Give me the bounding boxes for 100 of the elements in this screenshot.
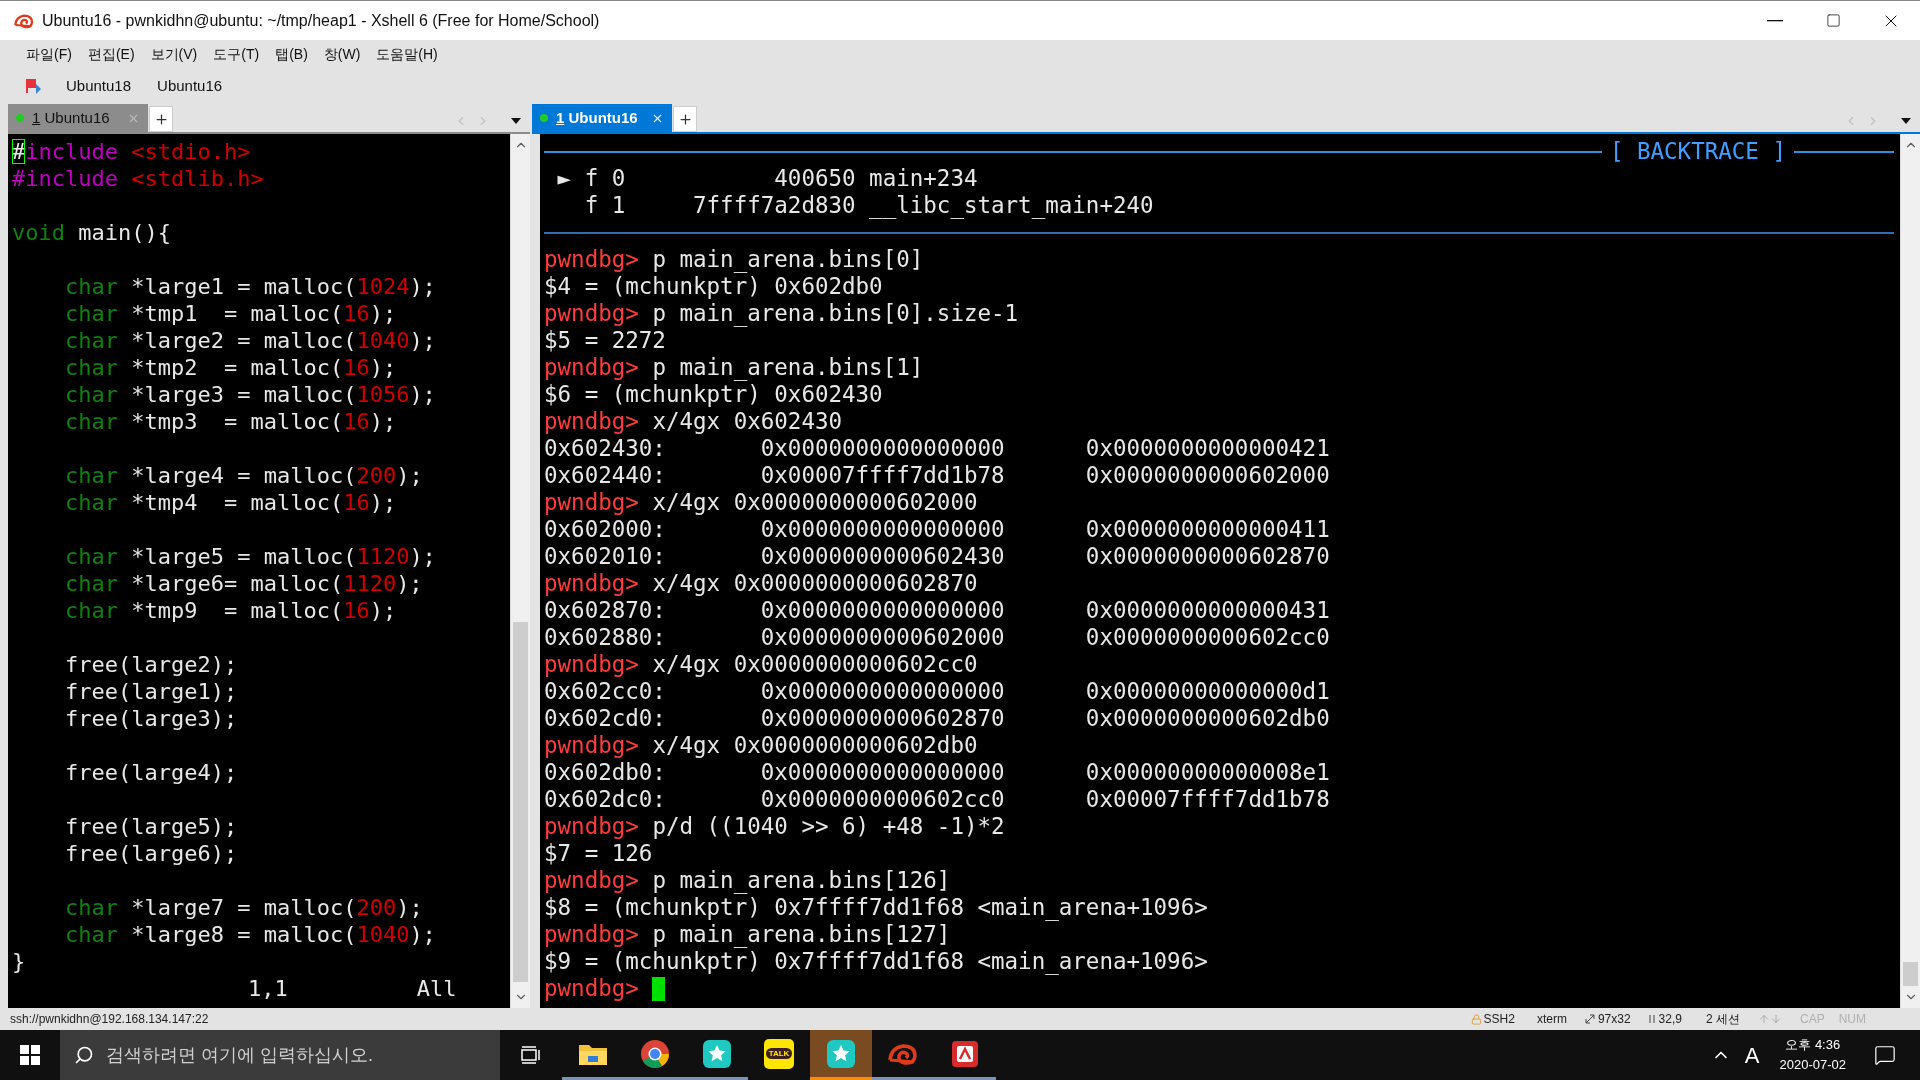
spiral-shell-icon [888,1041,918,1066]
maximize-icon [1825,13,1841,28]
output-line: 0x602dc0: 0x0000000000602cc0 0x00007ffff7dd1b78 [544,786,1330,813]
plus-icon [153,111,169,127]
code-line: char *large1 = malloc(1024); [63,273,436,300]
prompt-line: pwndbg> p main_arena.bins[1] [544,354,924,381]
output-line: f 1 7ffff7a2d830 __libc_start_main+240 [583,192,1154,219]
minimize-icon [1767,19,1783,22]
code-line: char *large6= malloc(1120); [63,570,423,597]
output-line: 0x602440: 0x00007ffff7dd1b78 0x0000000000602000 [544,462,1330,489]
prompt-line: pwndbg> x/4gx 0x602430 [544,408,843,435]
scroll-position: All [416,975,457,1002]
output-line: $8 = (mchunkptr) 0x7ffff7dd1f68 <main_arena+1096> [544,894,1208,921]
code-line: char *large8 = malloc(1040); [63,921,436,948]
session-count: 2 세션 [1705,1011,1740,1028]
taskbar-app[interactable]: TALK [748,1030,810,1080]
prompt-line: pwndbg> p main_arena.bins[127] [544,921,951,948]
code-line: char *large7 = malloc(200); [63,894,423,921]
code-line: void main(){ [12,219,171,246]
resize-icon [1584,1014,1595,1024]
code-line: char *large5 = malloc(1120); [63,543,436,570]
prompt-line: pwndbg> [544,975,666,1002]
section-header: [ BACKTRACE ] [1608,138,1787,165]
prompt-line: pwndbg> x/4gx 0x0000000000602cc0 [544,651,978,678]
code-line: char *large2 = malloc(1040); [63,327,436,354]
download-icon [1770,1013,1782,1025]
output-line: 0x602430: 0x0000000000000000 0x0000000000000421 [544,435,1330,462]
code-line: char *tmp2 = malloc(16); [63,354,397,381]
search-field[interactable]: 검색하려면 여기에 입력하십시오. [106,1041,486,1069]
cursor-position: 1,1 [248,975,288,1002]
dropdown-icon[interactable] [1900,117,1912,125]
protocol-label: SSH2 [1483,1011,1515,1028]
upload-icon [1758,1013,1770,1025]
prompt-line: pwndbg> p main_arena.bins[0] [544,246,924,273]
prompt-line: pwndbg> p/d ((1040 >> 6) +48 -1)*2 [544,813,1005,840]
prompt-line: pwndbg> x/4gx 0x0000000000602870 [544,570,978,597]
code-line: free(large2); [63,651,238,678]
menu-item[interactable]: 도구(T) [213,43,260,65]
taskbar-app[interactable] [810,1030,872,1080]
star-app-icon [826,1038,856,1069]
code-line: #include <stdlib.h> [12,165,264,192]
scroll-thumb[interactable] [1903,962,1918,986]
code-line: free(large4); [63,759,238,786]
star-app-icon [702,1038,732,1069]
code-line: char *tmp9 = malloc(16); [63,597,397,624]
clock[interactable]: 오후 4:36 2020-07-02 [1779,1035,1846,1075]
window-title: Ubuntu16 - pwnkidhn@ubuntu: ~/tmp/heap1 - Xshell 6 (Free for Home/School) [42,10,600,31]
code-line: char *tmp1 = malloc(16); [63,300,397,327]
output-line: 0x602010: 0x0000000000602430 0x0000000000602870 [544,543,1330,570]
scrollbar[interactable] [1900,134,1920,1008]
session-tab[interactable]: 1 Ubuntu16 [532,104,672,132]
output-line: 0x602db0: 0x0000000000000000 0x00000000000008e1 [544,759,1330,786]
code-line: free(large1); [63,678,238,705]
output-line: ► f 0 400650 main+234 [556,165,978,192]
search-box[interactable]: 검색하려면 여기에 입력하십시오. [60,1030,500,1080]
output-line: 0x602cc0: 0x0000000000000000 0x00000000000000d1 [544,678,1330,705]
code-line: free(large3); [63,705,238,732]
code-line: free(large6); [63,840,238,867]
output-line: 0x602880: 0x0000000000602000 0x0000000000602cc0 [544,624,1330,651]
notification-icon[interactable] [1874,1044,1896,1066]
chat-app-icon: TALK [764,1038,794,1069]
flag-icon[interactable] [26,78,44,94]
prompt-line: pwndbg> p main_arena.bins[0].size-1 [544,300,1019,327]
input-mode[interactable]: A [1744,1038,1760,1072]
cursor-icon [1648,1014,1655,1024]
output-line: $6 = (mchunkptr) 0x602430 [544,381,883,408]
menu-item[interactable]: 보기(V) [150,43,198,65]
session-link[interactable]: Ubuntu16 [157,74,223,98]
connection-address: ssh://pwnkidhn@192.168.134.147:22 [10,1011,209,1028]
menu-item[interactable]: 파일(F) [26,43,72,65]
plus-icon [677,111,693,127]
output-line: $4 = (mchunkptr) 0x602db0 [544,273,883,300]
session-tab[interactable]: 1 Ubuntu16 [8,104,148,132]
output-line: 0x602870: 0x0000000000000000 0x0000000000000431 [544,597,1330,624]
new-tab-button[interactable] [673,106,697,132]
prompt-line: pwndbg> x/4gx 0x0000000000602000 [544,489,978,516]
session-link[interactable]: Ubuntu18 [66,74,132,98]
code-line: } [12,948,26,975]
output-line: $9 = (mchunkptr) 0x7ffff7dd1f68 <main_arena+1096> [544,948,1208,975]
code-line: char *tmp3 = malloc(16); [63,408,397,435]
cursor-position: 32,9 [1658,1011,1682,1028]
new-tab-button[interactable] [149,106,173,132]
dropdown-icon[interactable] [510,117,522,125]
menu-item[interactable]: 창(W) [323,43,361,65]
output-line: 0x602cd0: 0x0000000000602870 0x0000000000602db0 [544,705,1330,732]
menu-item[interactable]: 편집(E) [87,43,135,65]
scrollbar[interactable] [510,134,530,1008]
terminal-type: xterm [1536,1011,1567,1028]
task-view-icon [521,1046,541,1064]
lock-icon [1470,1013,1482,1025]
menu-item[interactable]: 탭(B) [275,43,308,65]
code-line: char *large4 = malloc(200); [63,462,423,489]
code-line: free(large5); [63,813,238,840]
menu-item[interactable]: 도움말(H) [376,43,438,65]
search-icon [74,1045,94,1065]
terminal-size: 97x32 [1597,1011,1631,1028]
document-app-icon [951,1039,979,1068]
scroll-thumb[interactable] [513,622,528,982]
output-line: $7 = 126 [544,840,653,867]
output-line: $5 = 2272 [544,327,666,354]
